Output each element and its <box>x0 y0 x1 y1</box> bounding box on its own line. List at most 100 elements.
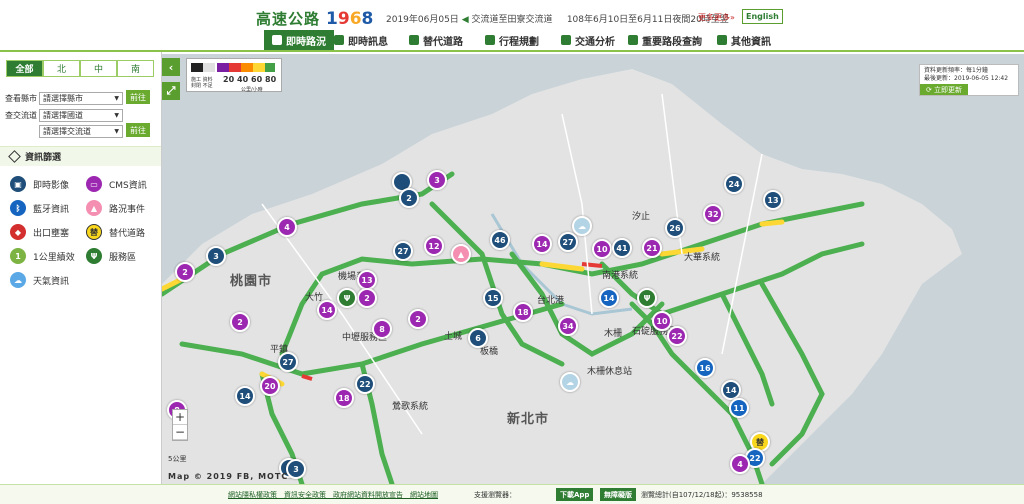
traffic-map[interactable]: 桃園市 新北市 大華系統 汐止 鶯歌系統 木柵 石碇服務區 南港系統 機場系統 … <box>162 54 1024 484</box>
map-attribution: Map © 2019 FB, MOTC <box>168 472 289 481</box>
map-marker[interactable]: 14 <box>235 386 255 406</box>
map-marker[interactable]: 16 <box>695 358 715 378</box>
map-marker[interactable]: 11 <box>729 398 749 418</box>
map-marker[interactable]: 27 <box>558 232 578 252</box>
layer-cms[interactable]: ▭ CMS資訊 <box>86 176 147 192</box>
layer-exit-congestion[interactable]: ◆ 出口壅塞 <box>10 224 69 240</box>
cloud-icon[interactable]: ☁ <box>572 216 592 236</box>
layer-incidents[interactable]: ▲ 路況事件 <box>86 200 145 216</box>
refresh-button[interactable]: ⟳ 立即更新 <box>920 84 968 95</box>
highway-row: 查交流道 請選擇國道 ▼ <box>5 109 123 122</box>
city-label-taoyuan: 桃園市 <box>230 274 273 289</box>
map-marker[interactable]: 41 <box>612 238 632 258</box>
fork-knife-icon[interactable]: Ψ <box>337 288 357 308</box>
cloud-icon[interactable]: ☁ <box>560 372 580 392</box>
map-marker[interactable]: 3 <box>206 246 226 266</box>
layer-filter-header[interactable]: 資訊篩選 <box>0 146 161 166</box>
map-label-muzha: 木柵 <box>604 329 623 339</box>
map-marker[interactable]: 2 <box>399 188 419 208</box>
tab-region-central[interactable]: 中 <box>80 60 117 77</box>
tab-other-info[interactable]: 其他資訊 <box>717 30 771 50</box>
car-icon: ◆ <box>10 224 26 240</box>
map-marker[interactable]: 14 <box>532 234 552 254</box>
site-logo[interactable]: 高速公路 1968 <box>256 8 373 29</box>
map-marker[interactable]: 2 <box>175 262 195 282</box>
tab-trip-planning[interactable]: 行程規劃 <box>485 30 539 50</box>
map-marker[interactable]: 24 <box>724 174 744 194</box>
map-marker[interactable]: 4 <box>277 217 297 237</box>
map-marker[interactable]: 18 <box>334 388 354 408</box>
map-marker[interactable]: 20 <box>260 376 280 396</box>
map-marker[interactable]: 34 <box>558 316 578 336</box>
zoom-in-button[interactable]: + <box>173 410 187 425</box>
map-label-yingge: 鶯歌系統 <box>392 402 429 412</box>
warning-icon[interactable]: ▲ <box>451 244 471 264</box>
layer-camera[interactable]: ▣ 即時影像 <box>10 176 69 192</box>
english-button[interactable]: English <box>742 9 783 24</box>
map-marker[interactable]: 13 <box>357 270 377 290</box>
map-marker[interactable]: 32 <box>703 204 723 224</box>
footer-links[interactable]: 網站隱私權政策 資訊安全政策 政府網站資料開放宣告 網站地圖 <box>228 490 438 500</box>
highway-select[interactable]: 請選擇國道 ▼ <box>39 109 123 122</box>
logo-text: 高速公路 <box>256 10 321 28</box>
map-marker[interactable]: 27 <box>278 352 298 372</box>
map-marker[interactable]: 2 <box>357 288 377 308</box>
map-marker[interactable]: 15 <box>483 288 503 308</box>
more-news-link[interactable]: 更多更多» <box>698 12 735 23</box>
map-marker[interactable]: 6 <box>468 328 488 348</box>
tab-realtime-messages[interactable]: 即時訊息 <box>334 30 388 50</box>
map-marker[interactable]: 27 <box>393 241 413 261</box>
tab-traffic-analysis[interactable]: 交通分析 <box>561 30 615 50</box>
collapse-sidebar-button[interactable]: ‹ <box>162 58 180 76</box>
visit-counter: 瀏覽總計(自107/12/18起)：9538558 <box>641 491 763 499</box>
tab-region-north[interactable]: 北 <box>43 60 80 77</box>
map-marker[interactable]: 22 <box>355 374 375 394</box>
map-marker[interactable]: 2 <box>408 309 428 329</box>
logo-number: 1968 <box>326 8 374 29</box>
accessible-version-button[interactable]: 無障礙版 <box>600 488 636 501</box>
map-marker[interactable]: 8 <box>372 319 392 339</box>
layer-bluetooth[interactable]: ᛒ 藍牙資訊 <box>10 200 69 216</box>
sign-icon <box>409 35 419 45</box>
city-label-new-taipei: 新北市 <box>507 412 550 427</box>
interchange-go-button[interactable]: 前往 <box>126 123 150 137</box>
tab-realtime-traffic[interactable]: 即時路況 <box>264 30 334 50</box>
map-marker[interactable]: 22 <box>667 326 687 346</box>
map-marker[interactable]: 3 <box>427 170 447 190</box>
layer-service-area[interactable]: Ψ 服務區 <box>86 248 136 264</box>
map-marker[interactable]: 3 <box>286 459 306 479</box>
fork-knife-icon[interactable]: Ψ <box>637 288 657 308</box>
zoom-control: + − <box>172 409 188 441</box>
cloud-icon: ☁ <box>10 272 26 288</box>
download-app-button[interactable]: 下載App <box>556 488 594 501</box>
map-marker[interactable]: 10 <box>592 239 612 259</box>
map-marker[interactable]: 14 <box>317 300 337 320</box>
map-marker[interactable]: 14 <box>599 288 619 308</box>
supported-browsers: 支援瀏覽器： <box>474 491 516 499</box>
map-marker[interactable]: 18 <box>513 302 533 322</box>
layer-weather[interactable]: ☁ 天氣資訊 <box>10 272 69 288</box>
fullscreen-button[interactable]: ⤢ <box>162 82 180 100</box>
map-marker[interactable]: 4 <box>730 454 750 474</box>
map-label-xizhi: 汐止 <box>632 212 651 222</box>
map-marker[interactable]: 26 <box>665 218 685 238</box>
layer-alternate[interactable]: 替 替代道路 <box>86 224 145 240</box>
county-select[interactable]: 請選擇縣市 ▼ <box>39 92 123 105</box>
tab-region-all[interactable]: 全部 <box>6 60 43 77</box>
map-marker[interactable]: 46 <box>490 230 510 250</box>
zoom-out-button[interactable]: − <box>173 425 187 440</box>
layer-1km-performance[interactable]: 1 1公里績效 <box>10 248 75 264</box>
map-marker[interactable]: 21 <box>642 238 662 258</box>
chart-icon <box>561 35 571 45</box>
map-marker[interactable]: 14 <box>721 380 741 400</box>
news-ticker[interactable]: 2019年06月05日 ◀ 交流道至田寮交流道 108年6月10日至6月11日夜… <box>386 12 738 25</box>
tab-segment-query[interactable]: 重要路段查詢 <box>628 30 702 50</box>
map-marker[interactable]: 12 <box>424 236 444 256</box>
tab-alternate-roads[interactable]: 替代道路 <box>409 30 463 50</box>
interchange-select[interactable]: 請選擇交流道 ▼ <box>39 125 123 138</box>
tab-region-south[interactable]: 南 <box>117 60 154 77</box>
map-marker[interactable]: 13 <box>763 190 783 210</box>
map-label-tucheng: 土城 <box>444 332 463 342</box>
county-go-button[interactable]: 前往 <box>126 90 150 104</box>
map-marker[interactable]: 2 <box>230 312 250 332</box>
